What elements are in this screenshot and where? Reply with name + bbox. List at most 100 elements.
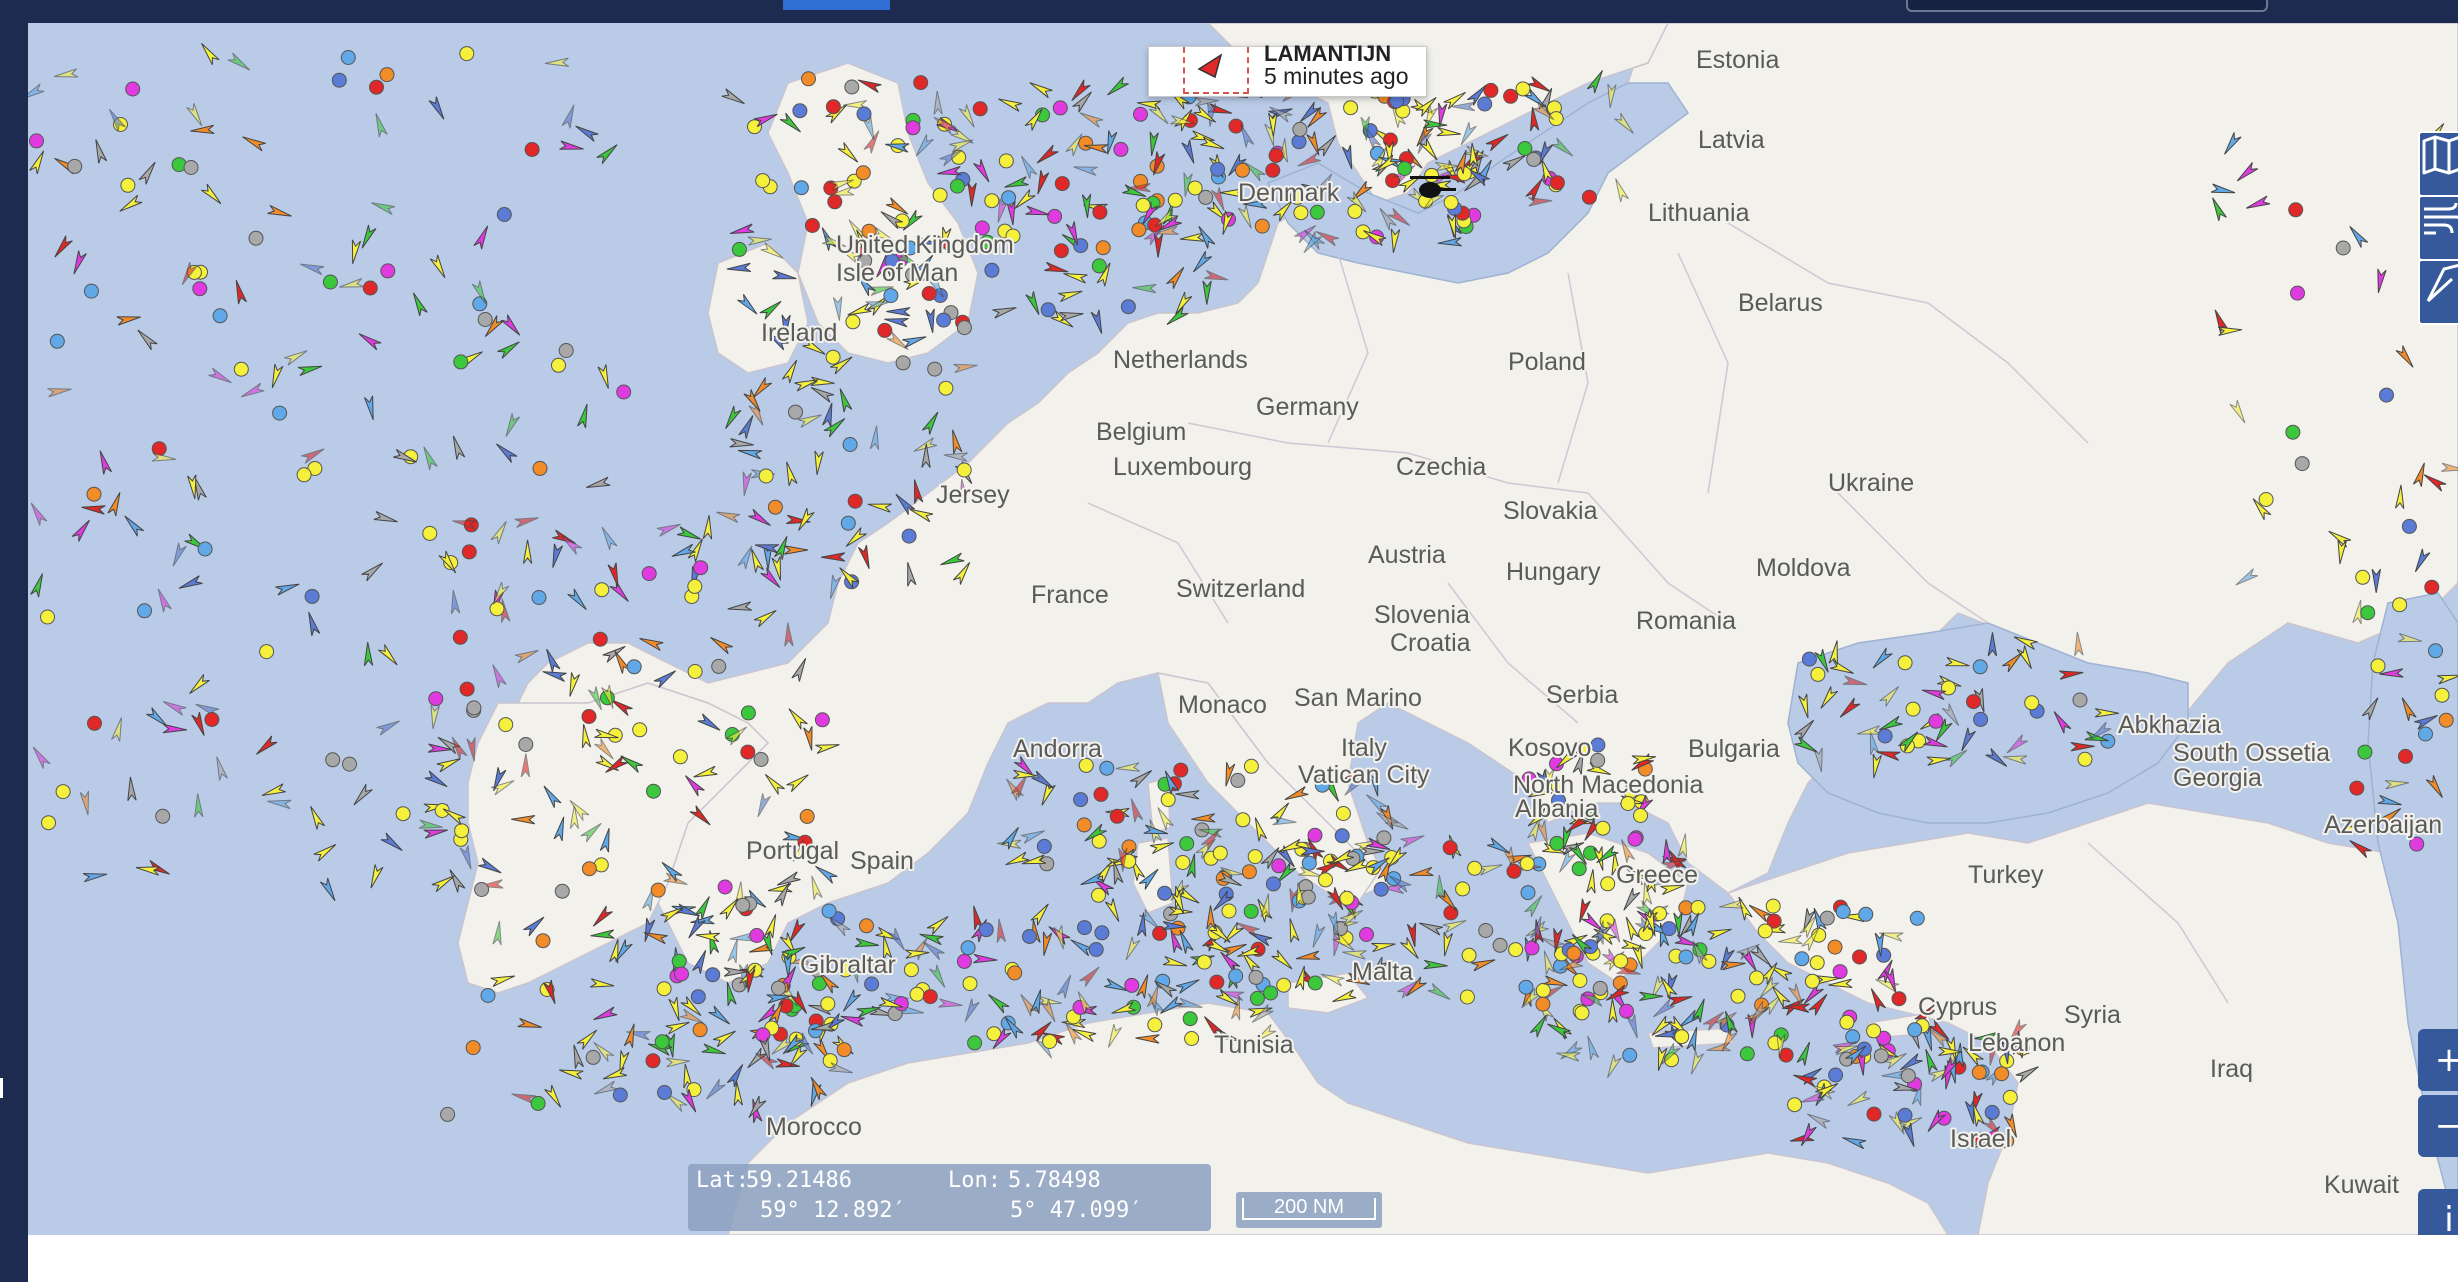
moving-vessel-marker[interactable]: [596, 144, 618, 165]
moving-vessel-marker[interactable]: [107, 492, 121, 517]
moving-vessel-marker[interactable]: [933, 90, 943, 115]
moving-vessel-marker[interactable]: [1042, 931, 1053, 956]
moving-vessel-marker[interactable]: [1162, 955, 1188, 967]
moving-vessel-marker[interactable]: [1073, 166, 1098, 176]
anchored-vessel-marker[interactable]: [1966, 694, 1981, 710]
anchored-vessel-marker[interactable]: [657, 1085, 672, 1100]
moving-vessel-marker[interactable]: [992, 307, 1017, 319]
anchored-vessel-marker[interactable]: [2072, 692, 2088, 708]
anchored-vessel-marker[interactable]: [248, 230, 264, 246]
moving-vessel-marker[interactable]: [1211, 187, 1225, 212]
anchored-vessel-marker[interactable]: [905, 120, 921, 136]
moving-vessel-marker[interactable]: [442, 808, 466, 826]
anchored-vessel-marker[interactable]: [1248, 969, 1264, 985]
anchored-vessel-marker[interactable]: [799, 808, 815, 824]
anchored-vessel-marker[interactable]: [927, 361, 943, 377]
moving-vessel-marker[interactable]: [492, 664, 507, 688]
anchored-vessel-marker[interactable]: [1307, 827, 1323, 843]
moving-vessel-marker[interactable]: [586, 476, 611, 488]
anchored-vessel-marker[interactable]: [1876, 947, 1892, 963]
moving-vessel-marker[interactable]: [1132, 283, 1157, 294]
moving-vessel-marker[interactable]: [822, 402, 833, 428]
anchored-vessel-marker[interactable]: [558, 343, 574, 358]
anchored-vessel-marker[interactable]: [461, 544, 477, 560]
anchored-vessel-marker[interactable]: [1459, 989, 1475, 1005]
moving-vessel-marker[interactable]: [1191, 813, 1216, 823]
anchored-vessel-marker[interactable]: [949, 178, 965, 194]
anchored-vessel-marker[interactable]: [693, 560, 709, 576]
anchored-vessel-marker[interactable]: [656, 981, 672, 997]
moving-vessel-marker[interactable]: [363, 641, 374, 667]
anchored-vessel-marker[interactable]: [1518, 979, 1534, 995]
anchored-vessel-marker[interactable]: [755, 173, 771, 189]
moving-vessel-marker[interactable]: [784, 622, 794, 647]
anchored-vessel-marker[interactable]: [1424, 167, 1440, 183]
moving-vessel-marker[interactable]: [560, 535, 583, 555]
anchored-vessel-marker[interactable]: [49, 333, 65, 349]
anchored-vessel-marker[interactable]: [740, 744, 756, 760]
moving-vessel-marker[interactable]: [227, 52, 251, 71]
moving-vessel-marker[interactable]: [1486, 837, 1511, 854]
moving-vessel-marker[interactable]: [1153, 233, 1164, 258]
moving-vessel-marker[interactable]: [496, 443, 518, 463]
moving-vessel-marker[interactable]: [1587, 1035, 1600, 1061]
anchored-vessel-marker[interactable]: [340, 50, 356, 65]
moving-vessel-marker[interactable]: [240, 382, 265, 398]
anchored-vessel-marker[interactable]: [1335, 806, 1351, 821]
anchored-vessel-marker[interactable]: [272, 405, 288, 421]
moving-vessel-marker[interactable]: [517, 1017, 542, 1028]
moving-vessel-marker[interactable]: [973, 953, 998, 964]
anchored-vessel-marker[interactable]: [1787, 1097, 1803, 1113]
moving-vessel-marker[interactable]: [774, 535, 788, 560]
anchored-vessel-marker[interactable]: [192, 281, 208, 297]
moving-vessel-marker[interactable]: [1707, 928, 1732, 941]
active-tab-indicator[interactable]: [783, 0, 890, 10]
anchored-vessel-marker[interactable]: [1661, 921, 1677, 937]
anchored-vessel-marker[interactable]: [1549, 175, 1565, 191]
anchored-vessel-marker[interactable]: [859, 918, 874, 934]
anchored-vessel-marker[interactable]: [2294, 456, 2310, 472]
anchored-vessel-marker[interactable]: [120, 177, 136, 193]
anchored-vessel-marker[interactable]: [883, 288, 899, 304]
anchored-vessel-marker[interactable]: [1839, 1014, 1855, 1030]
anchored-vessel-marker[interactable]: [1376, 830, 1392, 846]
anchored-vessel-marker[interactable]: [1765, 898, 1781, 914]
moving-vessel-marker[interactable]: [1181, 139, 1195, 164]
anchored-vessel-marker[interactable]: [1052, 100, 1068, 116]
moving-vessel-marker[interactable]: [124, 515, 144, 537]
anchored-vessel-marker[interactable]: [477, 312, 493, 327]
moving-vessel-marker[interactable]: [575, 125, 599, 142]
anchored-vessel-marker[interactable]: [842, 437, 858, 452]
anchored-vessel-marker[interactable]: [1243, 758, 1259, 774]
moving-vessel-marker[interactable]: [708, 1005, 730, 1025]
anchored-vessel-marker[interactable]: [466, 700, 482, 716]
moving-vessel-marker[interactable]: [964, 998, 980, 1022]
moving-vessel-marker[interactable]: [589, 978, 615, 988]
anchored-vessel-marker[interactable]: [1076, 817, 1092, 833]
moving-vessel-marker[interactable]: [1478, 864, 1503, 876]
moving-vessel-marker[interactable]: [449, 869, 466, 893]
moving-vessel-marker[interactable]: [623, 1023, 635, 1048]
anchored-vessel-marker[interactable]: [913, 75, 929, 91]
moving-vessel-marker[interactable]: [712, 1030, 736, 1048]
anchored-vessel-marker[interactable]: [2288, 202, 2304, 218]
moving-vessel-marker[interactable]: [376, 720, 400, 736]
anchored-vessel-marker[interactable]: [788, 404, 803, 420]
anchored-vessel-marker[interactable]: [304, 588, 320, 604]
moving-vessel-marker[interactable]: [1004, 176, 1029, 188]
anchored-vessel-marker[interactable]: [496, 207, 512, 222]
anchored-vessel-marker[interactable]: [1077, 920, 1092, 936]
anchored-vessel-marker[interactable]: [844, 79, 860, 95]
anchored-vessel-marker[interactable]: [1099, 760, 1115, 776]
moving-vessel-marker[interactable]: [1063, 273, 1088, 284]
anchored-vessel-marker[interactable]: [1276, 977, 1292, 993]
anchored-vessel-marker[interactable]: [792, 103, 808, 119]
anchored-vessel-marker[interactable]: [2335, 240, 2351, 256]
moving-vessel-marker[interactable]: [643, 932, 668, 945]
moving-vessel-marker[interactable]: [1037, 170, 1050, 195]
moving-vessel-marker[interactable]: [784, 545, 809, 555]
anchored-vessel-marker[interactable]: [984, 262, 1000, 278]
moving-vessel-marker[interactable]: [786, 461, 798, 486]
anchored-vessel-marker[interactable]: [1147, 1017, 1163, 1033]
anchored-vessel-marker[interactable]: [1827, 939, 1843, 955]
